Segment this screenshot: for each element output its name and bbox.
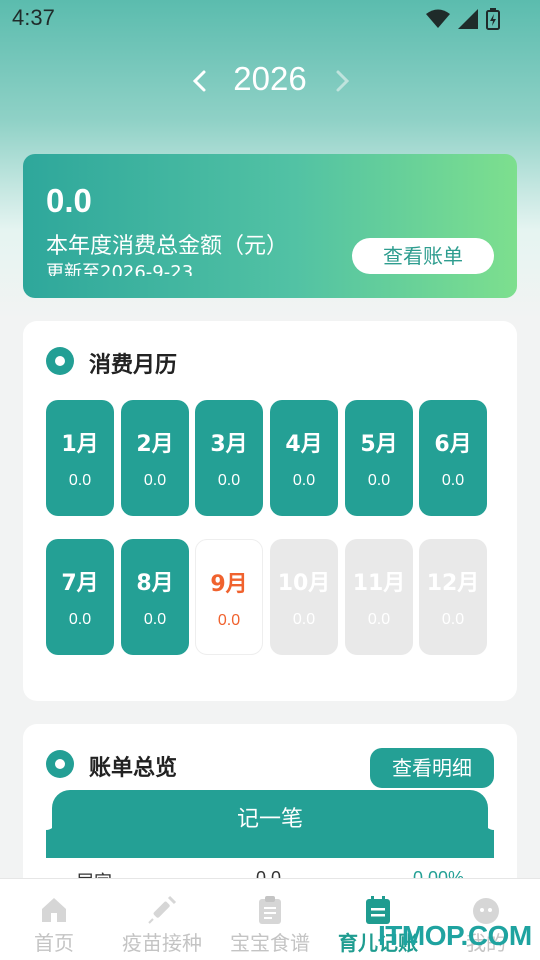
month-name: 4月 [285,432,323,457]
nav-label: 首页 [34,931,74,955]
syringe-icon [148,895,177,924]
month-amount: 0.0 [143,611,167,628]
month-amount: 0.0 [367,611,391,628]
nav-item-vaccine[interactable]: 疫苗接种 [108,879,216,960]
month-tile-3[interactable]: 3月 0.0 [195,400,263,516]
month-tile-5[interactable]: 5月 0.0 [345,400,413,516]
month-name: 3月 [210,432,248,457]
month-amount: 0.0 [68,611,92,628]
month-amount: 0.0 [292,611,316,628]
month-name: 5月 [360,432,398,457]
section-dot-icon [46,347,74,375]
status-icons [426,8,500,30]
nav-item-recipes[interactable]: 宝宝食谱 [216,879,324,960]
month-amount: 0.0 [217,472,241,489]
overview-title: 账单总览 [89,756,178,781]
month-tile-11: 11月 0.0 [345,539,413,655]
month-name: 10月 [277,571,331,596]
year-label: 2026 [233,60,307,97]
record-entry-button[interactable]: 记一笔 [52,790,488,858]
next-year-chevron-icon[interactable] [328,66,356,96]
status-time: 4:37 [12,5,55,30]
status-bar: 4:37 [0,0,540,38]
month-name: 8月 [136,571,174,596]
month-amount: 0.0 [441,611,465,628]
updated-date: 更新至2026-9-23 [46,262,194,276]
month-tile-1[interactable]: 1月 0.0 [46,400,114,516]
month-amount: 0.0 [441,472,465,489]
month-name: 6月 [434,432,472,457]
home-icon [42,898,66,922]
month-tile-10: 10月 0.0 [270,539,338,655]
section-dot-icon [46,750,74,778]
annual-summary-card: 0.0 本年度消费总金额（元） 更新至2026-9-23 查看账单 [23,154,517,298]
wifi-icon [426,9,450,28]
watermark-text: ITMOP.COM [378,920,532,951]
month-tile-12: 12月 0.0 [419,539,487,655]
month-amount: 0.0 [367,472,391,489]
month-tile-6[interactable]: 6月 0.0 [419,400,487,516]
view-detail-button[interactable]: 查看明细 [370,748,494,788]
month-tile-4[interactable]: 4月 0.0 [270,400,338,516]
view-bill-button[interactable]: 查看账单 [352,238,494,274]
month-name: 12月 [426,571,480,596]
month-name: 2月 [136,432,174,457]
annual-total-label: 本年度消费总金额（元） [46,234,289,259]
year-navigation: 2026 [0,58,540,108]
battery-icon [486,8,500,30]
month-name: 7月 [61,571,99,596]
bill-overview-card: 账单总览 查看明细 记一笔 居家 0.0 0.00% [23,724,517,894]
spending-calendar-card: 消费月历 1月 0.0 2月 0.0 3月 0.0 4月 0.0 5月 0.0 6月 0.0… [23,321,517,701]
nav-label: 宝宝食谱 [230,931,310,955]
month-tile-7[interactable]: 7月 0.0 [46,539,114,655]
month-tile-2[interactable]: 2月 0.0 [121,400,189,516]
annual-total-amount: 0.0 [46,182,92,219]
month-name: 9月 [210,572,248,597]
month-tile-9[interactable]: 9月 0.0 [195,539,263,655]
clipboard-icon [259,896,281,924]
month-name: 11月 [352,571,406,596]
calendar-title: 消费月历 [89,353,178,378]
month-amount: 0.0 [143,472,167,489]
record-entry-area: 记一笔 [46,790,494,858]
nav-label: 疫苗接种 [122,931,202,955]
month-amount: 0.0 [217,612,241,629]
nav-item-home[interactable]: 首页 [0,879,108,960]
month-name: 1月 [61,432,99,457]
signal-icon [458,9,478,29]
month-amount: 0.0 [292,472,316,489]
month-amount: 0.0 [68,472,92,489]
month-tile-8[interactable]: 8月 0.0 [121,539,189,655]
